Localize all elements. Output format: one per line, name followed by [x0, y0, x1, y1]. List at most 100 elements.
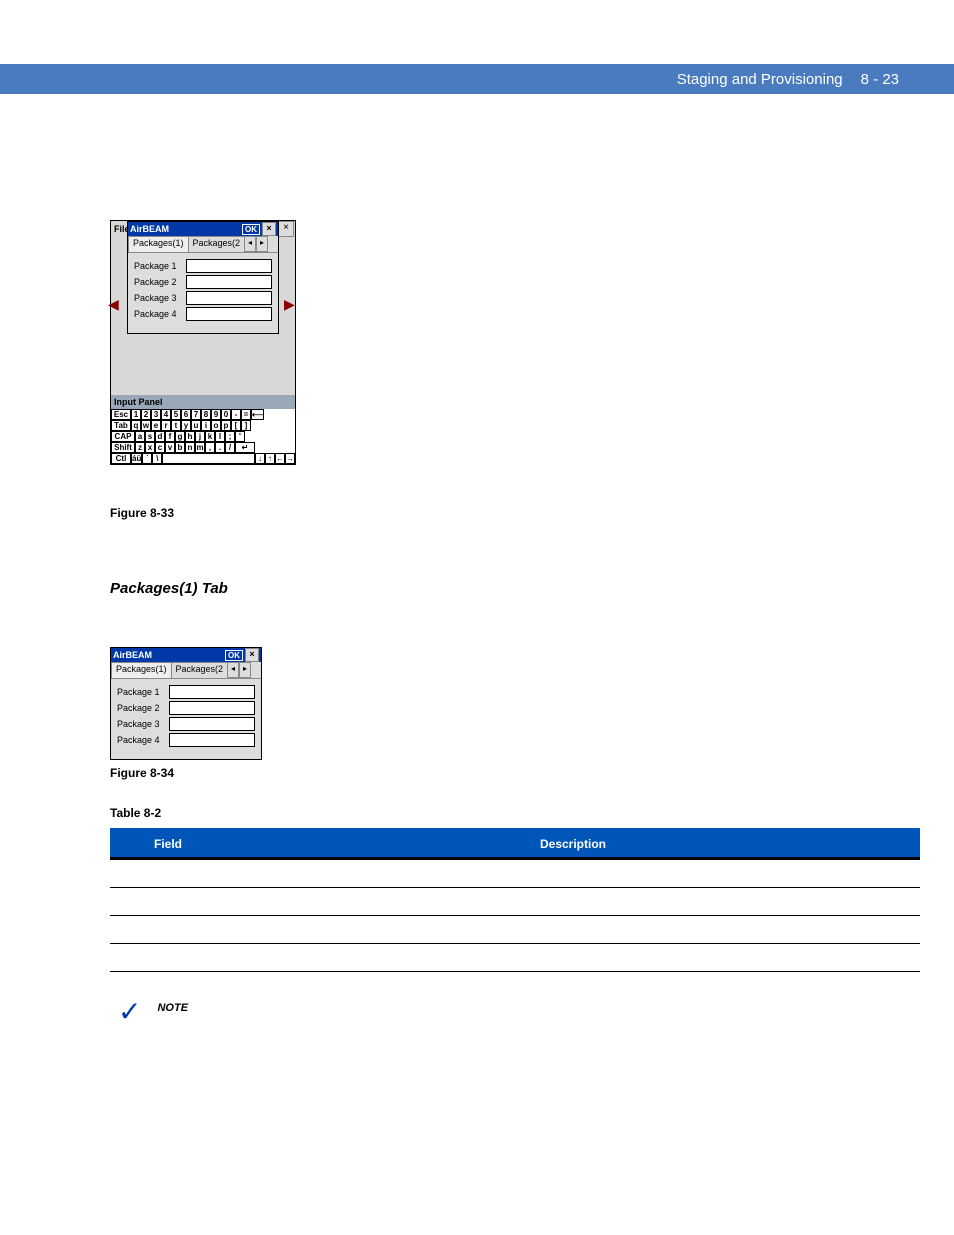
key[interactable]: u	[191, 420, 201, 431]
key[interactable]: c	[155, 442, 165, 453]
key[interactable]: ]	[241, 420, 251, 431]
key[interactable]: o	[211, 420, 221, 431]
key[interactable]: h	[185, 431, 195, 442]
key[interactable]: ;	[225, 431, 235, 442]
key-ctrl[interactable]: Ctl	[111, 453, 131, 464]
key[interactable]: `	[142, 453, 152, 464]
key[interactable]: [	[231, 420, 241, 431]
desc-cell: Package name of the third of four names.	[226, 916, 920, 944]
key[interactable]: m	[195, 442, 205, 453]
key-caps[interactable]: CAP	[111, 431, 135, 442]
note-block: ✓ NOTE No inadvertent trailing spaces sh…	[110, 1002, 914, 1022]
key[interactable]: w	[141, 420, 151, 431]
key-down[interactable]: ↓	[255, 453, 265, 464]
package1-input[interactable]	[186, 259, 272, 273]
key[interactable]: i	[201, 420, 211, 431]
package-label: Package 1	[117, 687, 169, 697]
key-backspace[interactable]: ⟵	[251, 409, 264, 420]
package-label: Package 1	[134, 261, 186, 271]
ok-button[interactable]: OK	[242, 224, 260, 235]
key[interactable]: \	[152, 453, 162, 464]
ok-button[interactable]: OK	[225, 650, 243, 661]
heading-text: Packages(1) Tab	[110, 580, 228, 597]
tab-packages1[interactable]: Packages(1)	[128, 236, 189, 252]
key[interactable]: t	[171, 420, 181, 431]
key[interactable]: 5	[171, 409, 181, 420]
key-enter[interactable]: ↵	[235, 442, 255, 453]
screenshot-packages1: AirBEAM OK × Packages(1) Packages(2 ◂ ▸ …	[110, 647, 262, 760]
key[interactable]: ,	[205, 442, 215, 453]
package-label: Package 3	[134, 293, 186, 303]
key-esc[interactable]: Esc	[111, 409, 131, 420]
key[interactable]: 6	[181, 409, 191, 420]
package3-input[interactable]	[169, 717, 255, 731]
key[interactable]: 4	[161, 409, 171, 420]
key[interactable]: '	[235, 431, 245, 442]
key[interactable]: s	[145, 431, 155, 442]
key[interactable]: n	[185, 442, 195, 453]
close-icon[interactable]: ×	[278, 221, 294, 237]
key-intl[interactable]: áü	[131, 453, 142, 464]
key[interactable]: .	[215, 442, 225, 453]
table-header-field: Field	[110, 830, 226, 859]
table-caption: Table 8-2	[110, 806, 914, 820]
key[interactable]: l	[215, 431, 225, 442]
package3-input[interactable]	[186, 291, 272, 305]
key[interactable]: z	[135, 442, 145, 453]
airbeam-window: AirBEAM OK × Packages(1) Packages(2 ◂ ▸ …	[127, 221, 279, 334]
key[interactable]: p	[221, 420, 231, 431]
close-icon[interactable]: ×	[245, 648, 259, 662]
key[interactable]: -	[231, 409, 241, 420]
key[interactable]: =	[241, 409, 251, 420]
key[interactable]: 1	[131, 409, 141, 420]
screenshot-main: ◀ ▶ File × AirBEAM OK ×	[110, 220, 914, 500]
table-row: Package 1Package name of the first of fo…	[110, 859, 920, 888]
key[interactable]: f	[165, 431, 175, 442]
key[interactable]: 3	[151, 409, 161, 420]
desc-cell: Package name of the first of four names.	[226, 859, 920, 888]
key[interactable]: r	[161, 420, 171, 431]
tab-packages2[interactable]: Packages(2	[188, 236, 246, 252]
key-left[interactable]: ←	[275, 453, 285, 464]
kbd-row: Shiftzxcvbnm,./↵	[111, 442, 295, 453]
key[interactable]: x	[145, 442, 155, 453]
key[interactable]: g	[175, 431, 185, 442]
key[interactable]: 0	[221, 409, 231, 420]
key-up[interactable]: ↑	[265, 453, 275, 464]
key[interactable]: 7	[191, 409, 201, 420]
kbd-row: CAPasdfghjkl;'	[111, 431, 295, 442]
package1-input[interactable]	[169, 685, 255, 699]
scroll-right-icon[interactable]: ▸	[239, 662, 251, 678]
key[interactable]: y	[181, 420, 191, 431]
tab-packages1[interactable]: Packages(1)	[111, 662, 172, 678]
key[interactable]: e	[151, 420, 161, 431]
key[interactable]: 9	[211, 409, 221, 420]
packages-field-table: Field Description Package 1Package name …	[110, 828, 920, 972]
scroll-left-icon[interactable]: ◂	[227, 662, 239, 678]
key[interactable]: k	[205, 431, 215, 442]
key[interactable]: 8	[201, 409, 211, 420]
key[interactable]: b	[175, 442, 185, 453]
key-tab[interactable]: Tab	[111, 420, 131, 431]
key-shift[interactable]: Shift	[111, 442, 135, 453]
package4-input[interactable]	[169, 733, 255, 747]
scroll-left-icon[interactable]: ◂	[244, 236, 256, 252]
key[interactable]: j	[195, 431, 205, 442]
header-title: Staging and Provisioning	[677, 71, 843, 88]
key[interactable]: q	[131, 420, 141, 431]
package-label: Package 3	[117, 719, 169, 729]
key[interactable]: 2	[141, 409, 151, 420]
package2-input[interactable]	[169, 701, 255, 715]
tab-packages2[interactable]: Packages(2	[171, 662, 229, 678]
key[interactable]: v	[165, 442, 175, 453]
package2-input[interactable]	[186, 275, 272, 289]
scroll-right-icon[interactable]: ▸	[256, 236, 268, 252]
key[interactable]: /	[225, 442, 235, 453]
onscreen-keyboard[interactable]: Esc1234567890-=⟵ Tabqwertyuiop[] CAPasdf…	[111, 409, 295, 464]
close-icon[interactable]: ×	[262, 222, 276, 236]
key[interactable]: d	[155, 431, 165, 442]
key-right[interactable]: →	[285, 453, 295, 464]
key-space[interactable]	[162, 453, 255, 464]
package4-input[interactable]	[186, 307, 272, 321]
key[interactable]: a	[135, 431, 145, 442]
